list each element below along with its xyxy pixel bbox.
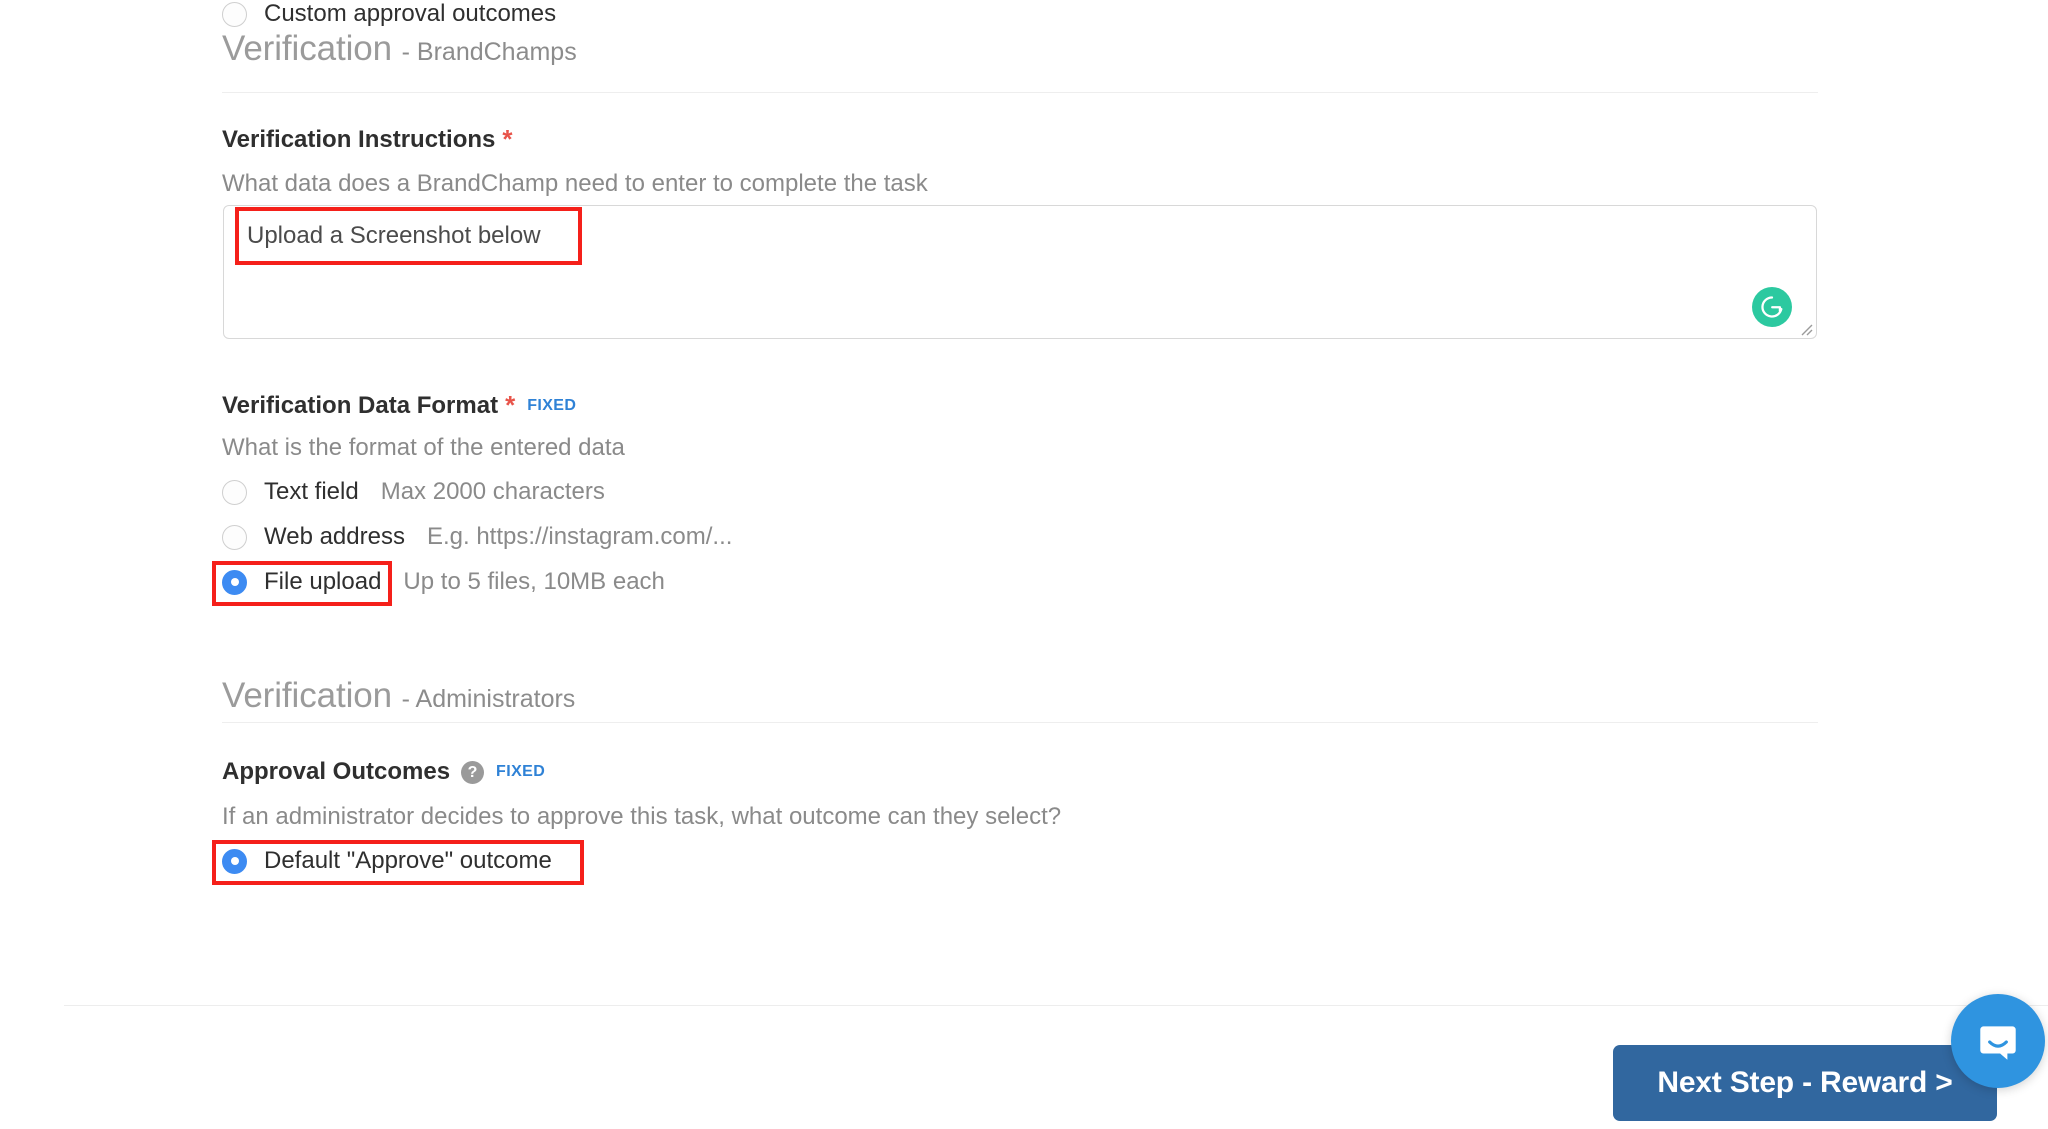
section-divider-brandchamps	[222, 92, 1818, 93]
radio-option-custom-approval[interactable]: Custom approval outcomes	[222, 0, 556, 28]
radio-label: Web address	[264, 523, 405, 550]
textarea-resize-handle[interactable]	[1797, 320, 1813, 336]
radio-indicator[interactable]	[222, 1, 247, 27]
section-subtitle: - Administrators	[401, 685, 576, 713]
chat-bubble-icon[interactable]	[1951, 994, 2045, 1088]
verification-instructions-label: Verification Instructions *	[222, 124, 513, 155]
radio-description: Max 2000 characters	[380, 478, 605, 505]
radio-indicator[interactable]	[222, 848, 247, 874]
radio-option-file-upload[interactable]: File upload Up to 5 files, 10MB each	[222, 568, 665, 596]
radio-option-default-approve[interactable]: Default "Approve" outcome	[222, 847, 552, 875]
radio-option-web-address[interactable]: Web address E.g. https://instagram.com/.…	[222, 523, 732, 551]
verification-step-page: Verification - BrandChamps Verification …	[0, 0, 2048, 1129]
verification-data-format-label: Verification Data Format * FIXED	[222, 390, 576, 421]
radio-indicator[interactable]	[222, 479, 247, 505]
radio-description: Up to 5 files, 10MB each	[403, 568, 665, 595]
label-text: Approval Outcomes	[222, 758, 451, 785]
section-divider-administrators	[222, 722, 1818, 723]
fixed-badge: FIXED	[527, 397, 577, 414]
section-heading-brandchamps: Verification - BrandChamps	[222, 29, 577, 69]
required-asterisk: *	[502, 124, 513, 154]
radio-label: Custom approval outcomes	[264, 0, 557, 27]
required-asterisk: *	[505, 390, 516, 420]
verification-instructions-hint: What data does a BrandChamp need to ente…	[222, 170, 928, 197]
section-title: Verification	[222, 676, 393, 715]
radio-option-text-field[interactable]: Text field Max 2000 characters	[222, 478, 605, 506]
radio-label: File upload	[264, 568, 382, 595]
fixed-badge: FIXED	[496, 763, 546, 780]
radio-label: Default "Approve" outcome	[264, 847, 552, 874]
verification-data-format-hint: What is the format of the entered data	[222, 434, 625, 461]
label-text: Verification Instructions	[222, 126, 496, 153]
grammarly-icon[interactable]	[1752, 287, 1792, 327]
verification-instructions-value: Upload a Screenshot below	[247, 222, 541, 249]
approval-outcomes-hint: If an administrator decides to approve t…	[222, 803, 1062, 830]
radio-description: E.g. https://instagram.com/...	[426, 523, 733, 550]
section-heading-administrators: Verification - Administrators	[222, 676, 575, 716]
help-icon[interactable]: ?	[461, 761, 485, 784]
label-text: Verification Data Format	[222, 392, 499, 419]
next-step-reward-button[interactable]: Next Step - Reward >	[1613, 1045, 1997, 1121]
footer-divider	[64, 1005, 2048, 1006]
radio-label: Text field	[264, 478, 359, 505]
section-subtitle: - BrandChamps	[401, 38, 577, 66]
radio-indicator[interactable]	[222, 569, 247, 595]
radio-indicator[interactable]	[222, 524, 247, 550]
approval-outcomes-label: Approval Outcomes? FIXED	[222, 758, 545, 786]
section-title: Verification	[222, 29, 393, 68]
